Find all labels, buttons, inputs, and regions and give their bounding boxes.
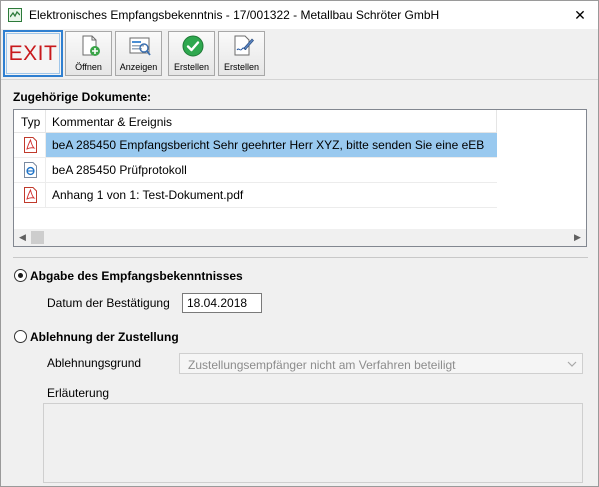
create-sign-label: Erstellen [223,62,259,72]
row-comment: beA 285450 Empfangsbericht Sehr geehrter… [46,133,497,158]
acceptance-label[interactable]: Abgabe des Empfangsbekenntnisses [30,269,243,283]
date-field[interactable] [182,293,262,313]
reason-select[interactable]: Zustellungsempfänger nicht am Verfahren … [179,353,583,374]
pdf-file-icon [24,187,37,203]
rejection-radio[interactable] [14,330,27,343]
view-button[interactable]: Anzeigen [115,31,162,76]
toolbar: EXIT Öffnen Anzeigen Erstellen Erstellen [1,29,598,79]
reason-label: Ablehnungsgrund [47,356,142,370]
column-header-comment[interactable]: Kommentar & Ereignis [46,110,497,133]
view-document-icon [129,37,151,56]
dialog-window: Elektronisches Empfangsbekenntnis - 17/0… [0,0,599,487]
horizontal-scrollbar[interactable]: ◀ ▶ [14,229,586,246]
open-button[interactable]: Öffnen [65,31,112,76]
exit-button[interactable]: EXIT [3,30,63,77]
table-row[interactable]: beA 285450 Prüfprotokoll [14,158,497,183]
html-file-icon [24,162,37,178]
create-confirm-button[interactable]: Erstellen [168,31,215,76]
create-sign-button[interactable]: Erstellen [218,31,265,76]
row-comment: beA 285450 Prüfprotokoll [46,158,497,183]
documents-heading: Zugehörige Dokumente: [13,90,152,104]
create-confirm-label: Erstellen [173,62,209,72]
reason-value: Zustellungsempfänger nicht am Verfahren … [188,358,456,372]
rejection-label[interactable]: Ablehnung der Zustellung [30,330,179,344]
explanation-label: Erläuterung [47,386,110,400]
chevron-down-icon [567,361,577,367]
close-button[interactable]: ✕ [569,5,591,25]
sign-document-icon [234,35,254,56]
scroll-left-icon[interactable]: ◀ [14,229,31,246]
scroll-thumb[interactable] [31,231,44,244]
view-label: Anzeigen [119,62,158,72]
open-label: Öffnen [75,62,102,72]
explanation-field[interactable] [43,403,583,483]
close-icon[interactable]: ✕ [574,7,586,23]
app-icon [8,8,22,22]
table-row[interactable]: Anhang 1 von 1: Test-Dokument.pdf [14,183,497,208]
section-divider [13,257,588,258]
open-document-icon [82,35,100,56]
scroll-right-icon[interactable]: ▶ [569,229,586,246]
row-comment: Anhang 1 von 1: Test-Dokument.pdf [46,183,497,208]
checkmark-icon [182,35,204,57]
exit-label: EXIT [8,42,58,65]
date-label: Datum der Bestätigung [47,296,170,310]
toolbar-divider [1,79,598,80]
list-header: Typ Kommentar & Ereignis [14,110,586,133]
acceptance-radio[interactable] [14,269,27,282]
documents-list[interactable]: Typ Kommentar & Ereignis beA 285450 Empf… [13,109,587,247]
table-row[interactable]: beA 285450 Empfangsbericht Sehr geehrter… [14,133,497,158]
title-bar: Elektronisches Empfangsbekenntnis - 17/0… [1,1,598,29]
pdf-file-icon [24,137,37,153]
window-title: Elektronisches Empfangsbekenntnis - 17/0… [29,8,440,22]
column-header-type[interactable]: Typ [14,110,46,133]
